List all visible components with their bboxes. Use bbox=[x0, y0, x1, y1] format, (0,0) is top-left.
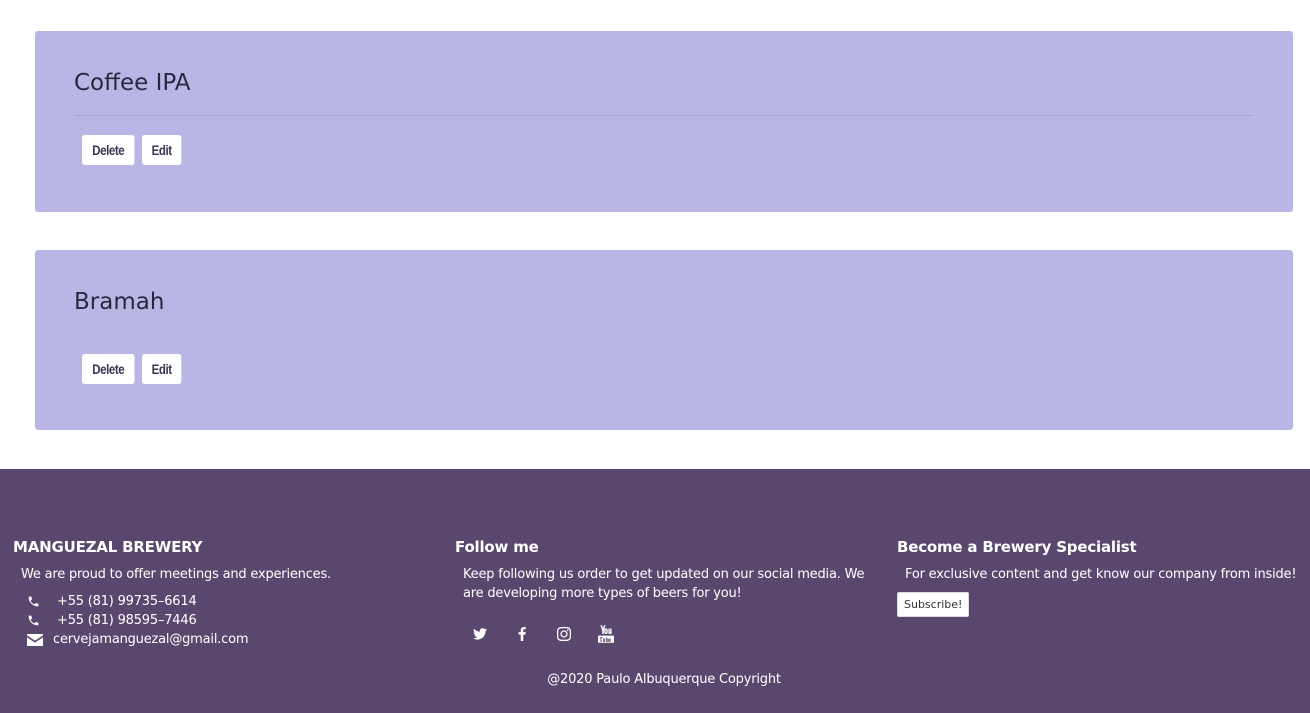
copyright-text: @2020 Paulo Albuquerque Copyright bbox=[547, 672, 781, 687]
beer-name: Coffee IPA bbox=[74, 70, 191, 96]
phone-number: +55 (81) 99735–6614 bbox=[57, 594, 197, 609]
facebook-icon[interactable] bbox=[513, 625, 531, 643]
envelope-icon bbox=[25, 633, 53, 646]
contact-list: +55 (81) 99735–6614 +55 (81) 98595–7446 … bbox=[13, 592, 433, 649]
specialist-title: Become a Brewery Specialist bbox=[897, 538, 1137, 556]
beer-name: Bramah bbox=[74, 289, 165, 315]
phone-icon bbox=[25, 595, 57, 608]
phone-number: +55 (81) 98595–7446 bbox=[57, 613, 197, 628]
beer-actions: Delete Edit bbox=[82, 135, 190, 165]
footer-brand-column: MANGUEZAL BREWERY We are proud to offer … bbox=[13, 538, 433, 649]
email-address[interactable]: cervejamanguezal@gmail.com bbox=[53, 632, 249, 647]
follow-title: Follow me bbox=[455, 538, 539, 556]
phone-icon bbox=[25, 614, 57, 627]
contact-phone-2: +55 (81) 98595–7446 bbox=[25, 611, 433, 630]
edit-button[interactable]: Edit bbox=[142, 354, 182, 384]
contact-email: cervejamanguezal@gmail.com bbox=[25, 630, 433, 649]
edit-button[interactable]: Edit bbox=[142, 135, 182, 165]
beer-card: Bramah Delete Edit bbox=[35, 250, 1293, 430]
divider bbox=[74, 115, 1253, 116]
footer-follow-column: Follow me Keep following us order to get… bbox=[455, 538, 875, 643]
delete-button[interactable]: Delete bbox=[82, 354, 135, 384]
brand-text: We are proud to offer meetings and exper… bbox=[21, 567, 331, 582]
beer-actions: Delete Edit bbox=[82, 354, 190, 384]
follow-text: Keep following us order to get updated o… bbox=[463, 567, 865, 601]
twitter-icon[interactable] bbox=[471, 625, 489, 643]
youtube-icon[interactable] bbox=[597, 625, 615, 643]
delete-button[interactable]: Delete bbox=[82, 135, 135, 165]
subscribe-button[interactable]: Subscribe! bbox=[897, 592, 970, 617]
brand-title: MANGUEZAL BREWERY bbox=[13, 538, 203, 556]
social-links bbox=[455, 625, 875, 643]
footer-specialist-column: Become a Brewery Specialist For exclusiv… bbox=[897, 538, 1297, 617]
instagram-icon[interactable] bbox=[555, 625, 573, 643]
site-footer: MANGUEZAL BREWERY We are proud to offer … bbox=[0, 469, 1310, 713]
specialist-text: For exclusive content and get know our c… bbox=[905, 567, 1297, 582]
contact-phone-1: +55 (81) 99735–6614 bbox=[25, 592, 433, 611]
beer-card: Coffee IPA Delete Edit bbox=[35, 31, 1293, 212]
